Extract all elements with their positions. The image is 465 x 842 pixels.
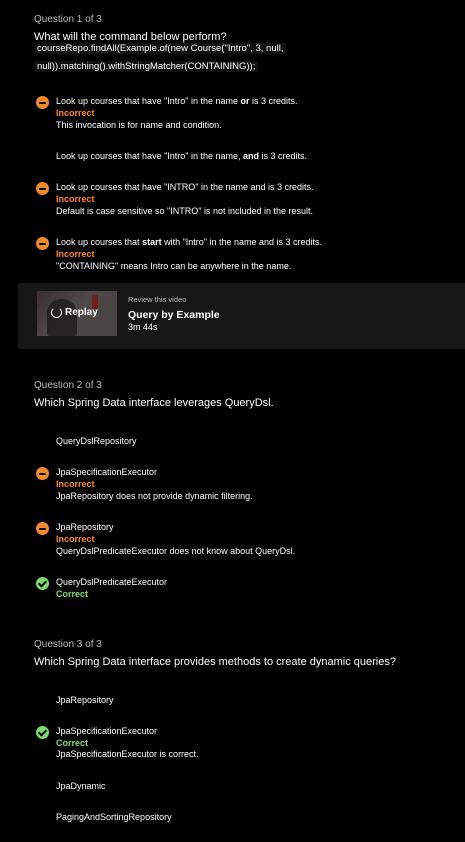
explanation: QueryDslPredicateExecutor does not know … — [56, 546, 296, 556]
incorrect-icon — [36, 96, 49, 109]
replay-button[interactable]: Replay — [51, 306, 98, 319]
video-thumbnail[interactable]: Replay — [37, 291, 117, 336]
option-label: PagingAndSortingRepository — [56, 812, 172, 822]
q3-option-2[interactable]: JpaSpecificationExecutor Correct JpaSpec… — [0, 725, 465, 765]
verdict-correct: Correct — [56, 738, 89, 748]
option-label: JpaDynamic — [56, 781, 106, 791]
option-label: JpaSpecificationExecutor — [56, 467, 158, 477]
explanation: JpaRepository does not provide dynamic f… — [56, 491, 253, 501]
video-duration: 3m 44s — [128, 322, 158, 332]
verdict-incorrect: Incorrect — [56, 249, 95, 259]
code-line-2: null)).matching().withStringMatcher(CONT… — [34, 61, 259, 72]
code-line-1: courseRepo.findAll(Example.of(new Course… — [34, 43, 287, 54]
explanation: "CONTAINING" means Intro can be anywhere… — [56, 261, 292, 271]
option-label: Look up courses that have "Intro" in the… — [56, 151, 308, 161]
verdict-incorrect: Incorrect — [56, 479, 95, 489]
q2-option-3[interactable]: JpaRepository Incorrect QueryDslPredicat… — [0, 521, 465, 561]
option-label: QueryDslPredicateExecutor — [56, 577, 168, 587]
option-label: QueryDslRepository — [56, 436, 137, 446]
correct-check-icon — [36, 577, 49, 590]
explanation: Default is case sensitive so "INTRO" is … — [56, 206, 314, 216]
option-label: JpaRepository — [56, 695, 114, 705]
question-3-number: Question 3 of 3 — [34, 639, 102, 650]
question-2-text: Which Spring Data interface leverages Qu… — [34, 397, 274, 409]
replay-label: Replay — [65, 307, 98, 318]
verdict-incorrect: Incorrect — [56, 534, 95, 544]
incorrect-icon — [36, 182, 49, 195]
correct-check-icon — [36, 726, 49, 739]
q2-option-1[interactable]: QueryDslRepository — [0, 435, 465, 451]
video-subtitle: Review this video — [128, 295, 187, 304]
option-label: Look up courses that have "Intro" in the… — [56, 96, 298, 106]
replay-icon — [51, 307, 62, 318]
q2-option-4[interactable]: QueryDslPredicateExecutor Correct — [0, 576, 465, 604]
q1-option-4[interactable]: Look up courses that start with "Intro" … — [0, 236, 465, 276]
q1-option-2[interactable]: Look up courses that have "Intro" in the… — [0, 150, 465, 166]
video-title[interactable]: Query by Example — [128, 309, 220, 323]
q1-option-1[interactable]: Look up courses that have "Intro" in the… — [0, 95, 465, 135]
incorrect-icon — [36, 467, 49, 480]
review-video-card[interactable]: Replay Review this video Query by Exampl… — [18, 283, 465, 349]
question-2-number: Question 2 of 3 — [34, 380, 102, 391]
option-label: Look up courses that start with "Intro" … — [56, 237, 323, 247]
option-label: JpaRepository — [56, 522, 114, 532]
verdict-incorrect: Incorrect — [56, 108, 95, 118]
q2-option-2[interactable]: JpaSpecificationExecutor Incorrect JpaRe… — [0, 466, 465, 506]
option-label: JpaSpecificationExecutor — [56, 726, 158, 736]
verdict-incorrect: Incorrect — [56, 194, 95, 204]
question-3-text: Which Spring Data interface provides met… — [34, 656, 396, 668]
incorrect-icon — [36, 237, 49, 250]
option-label: Look up courses that have "INTRO" in the… — [56, 182, 314, 192]
explanation: This invocation is for name and conditio… — [56, 120, 222, 130]
q3-option-3[interactable]: JpaDynamic — [0, 780, 465, 796]
q3-option-4[interactable]: PagingAndSortingRepository — [0, 811, 465, 827]
verdict-correct: Correct — [56, 589, 89, 599]
question-1-number: Question 1 of 3 — [34, 14, 102, 25]
explanation: JpaSpecificationExecutor is correct. — [56, 749, 199, 759]
incorrect-icon — [36, 522, 49, 535]
q1-option-3[interactable]: Look up courses that have "INTRO" in the… — [0, 181, 465, 221]
q3-option-1[interactable]: JpaRepository — [0, 694, 465, 710]
question-1-code: courseRepo.findAll(Example.of(new Course… — [34, 40, 334, 76]
